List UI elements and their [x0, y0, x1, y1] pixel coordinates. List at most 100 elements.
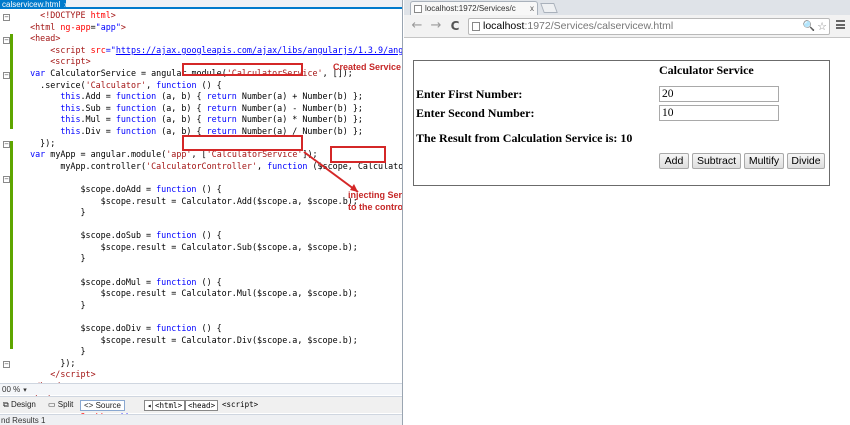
editor-zoom-bar: 00 % ▾ — [0, 383, 402, 395]
close-tab-icon[interactable]: x — [530, 2, 534, 15]
editor-view-bar: ⧉ Design ▭ Split <> Source ◂ <html> <hea… — [0, 396, 402, 413]
find-results-tab[interactable]: nd Results 1 — [0, 414, 402, 425]
code-line: this.Mul = function (a, b) { return Numb… — [20, 114, 402, 126]
code-token: 'Calculator' — [85, 79, 147, 90]
code-token: head — [35, 33, 56, 44]
code-token: "app" — [95, 21, 121, 32]
address-bar[interactable]: localhost:1972/Services/calservicew.html… — [468, 18, 830, 35]
code-line: this.Sub = function (a, b) { return Numb… — [20, 102, 402, 115]
code-token: < — [20, 21, 36, 32]
editor-gutter: − − − − − − — [0, 11, 16, 371]
breadcrumb-html[interactable]: <html> — [152, 400, 186, 411]
code-token: } — [20, 346, 86, 357]
code-token: function — [156, 230, 197, 241]
code-token: .Sub = — [80, 102, 116, 113]
editor-tab-label: calservicew.html — [2, 0, 61, 9]
code-token: return — [206, 114, 237, 125]
new-tab-button[interactable] — [540, 3, 558, 13]
code-token: this — [60, 91, 81, 102]
code-line: } — [20, 300, 402, 312]
split-icon: ▭ — [48, 400, 56, 409]
code-line: .service('Calculator', function () { — [20, 79, 402, 92]
collapse-icon[interactable]: − — [3, 14, 10, 21]
menu-icon[interactable] — [836, 20, 845, 29]
back-arrow-icon[interactable]: ← — [410, 18, 424, 34]
code-token: function — [115, 114, 157, 125]
code-token: 'CalculatorController' — [146, 160, 257, 171]
breadcrumb-script[interactable]: <script> — [220, 400, 260, 411]
forward-arrow-icon[interactable]: → — [429, 18, 443, 34]
breadcrumb-head[interactable]: <head> — [185, 400, 219, 411]
code-token: function — [115, 102, 157, 113]
code-token: < — [20, 44, 56, 55]
code-line: $scope.doDiv = function () { — [20, 323, 402, 335]
second-number-input[interactable] — [659, 105, 779, 121]
code-token: myApp.controller( — [20, 160, 147, 171]
subtract-button[interactable]: Subtract — [692, 153, 741, 169]
editor-file-tab[interactable]: calservicew.htmlx — [0, 0, 66, 9]
code-editor-pane: calservicew.htmlx − − − − − − <!DOCTYPE … — [0, 0, 403, 425]
first-number-input[interactable] — [659, 86, 779, 102]
divide-button[interactable]: Divide — [787, 153, 825, 169]
code-token: < — [20, 56, 56, 67]
browser-tab[interactable]: localhost:1972/Services/c x — [410, 1, 538, 15]
code-token: } — [20, 253, 86, 264]
bookmark-star-icon[interactable]: ☆ — [817, 19, 827, 34]
code-token: > — [90, 369, 96, 380]
collapse-icon[interactable]: − — [3, 141, 10, 148]
code-line: <html ng-app="app"> — [20, 21, 402, 34]
code-token: var — [30, 67, 46, 78]
code-token: src — [85, 44, 106, 55]
code-token: function — [156, 323, 197, 334]
code-token: html — [35, 21, 56, 32]
created-service-highlight — [182, 63, 303, 76]
zoom-icon[interactable]: 🔍 — [803, 19, 815, 34]
code-line: <!DOCTYPE html> — [20, 10, 402, 22]
source-view-button[interactable]: <> Source — [80, 400, 125, 411]
browser-tab-strip: localhost:1972/Services/c x — [404, 0, 850, 15]
collapse-icon[interactable]: − — [3, 361, 10, 368]
collapse-icon[interactable]: − — [3, 72, 10, 79]
code-line: this.Add = function (a, b) { return Numb… — [20, 91, 402, 103]
code-token: function — [156, 79, 197, 90]
code-token: (a, b) { — [156, 102, 207, 113]
code-token: $scope.doMul = — [20, 276, 157, 287]
multiply-button[interactable]: Multify — [744, 153, 784, 169]
code-token: () { — [196, 230, 222, 241]
code-token: =" — [105, 44, 116, 55]
code-line: <head> — [20, 33, 402, 45]
code-token: .Mul = — [80, 114, 116, 125]
injecting-annotation-line1: injecting Services — [348, 190, 403, 200]
code-token: .service( — [20, 79, 86, 90]
code-token: > — [120, 21, 126, 32]
add-button[interactable]: Add — [659, 153, 689, 169]
code-token: $scope.doDiv = — [20, 323, 157, 334]
close-icon[interactable]: x — [64, 2, 66, 9]
code-line: $scope.result = Calculator.Mul($scope.a,… — [20, 288, 402, 300]
design-view-button[interactable]: ⧉ Design — [0, 400, 39, 411]
zoom-level[interactable]: 00 % — [2, 385, 20, 394]
code-token: $scope.doSub = — [20, 230, 157, 241]
browser-tab-title: localhost:1972/Services/c — [425, 4, 516, 13]
code-line: } — [20, 346, 402, 358]
code-token: function — [115, 125, 157, 136]
calculator-panel: Calculator Service Enter First Number: E… — [413, 60, 830, 186]
created-service-annotation: Created Service — [333, 62, 402, 72]
collapse-icon[interactable]: − — [3, 37, 10, 44]
code-line: } — [20, 207, 402, 219]
code-token: script — [55, 56, 86, 67]
code-token: this — [60, 114, 81, 125]
calculator-title: Calculator Service — [659, 63, 754, 77]
chevron-down-icon[interactable]: ▾ — [23, 387, 27, 394]
code-token: $scope.result = Calculator.Div($scope.a,… — [20, 334, 358, 345]
reload-icon[interactable]: C — [448, 18, 462, 34]
collapse-icon[interactable]: − — [3, 176, 10, 183]
code-token: myApp = angular.module( — [45, 149, 167, 160]
split-view-button[interactable]: ▭ Split — [45, 400, 76, 411]
